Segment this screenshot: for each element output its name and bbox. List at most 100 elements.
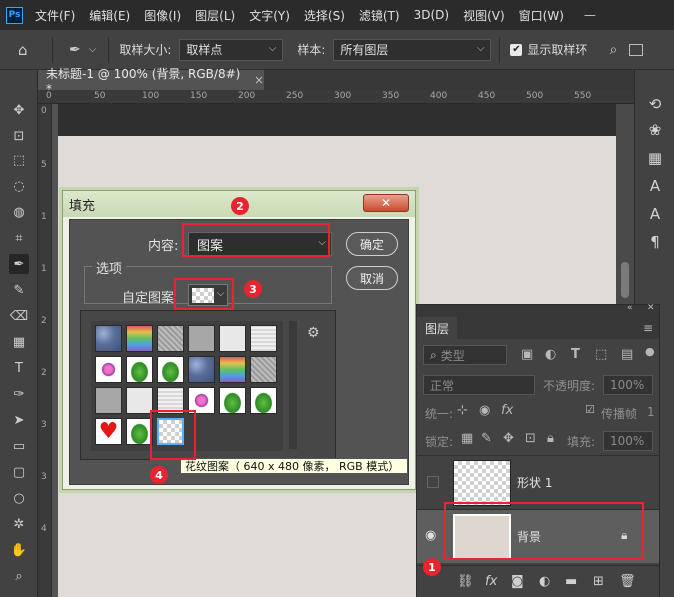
grid-icon[interactable]: ▦ <box>645 148 665 168</box>
menu-filter[interactable]: 滤镜(T) <box>359 7 400 24</box>
search-icon[interactable]: ⌕ <box>609 42 617 58</box>
layer-style-icon[interactable]: fx <box>485 574 497 589</box>
unify-visibility-icon[interactable]: ◉ <box>479 403 490 418</box>
history-icon[interactable]: ⟲ <box>645 94 665 114</box>
marquee-tool-icon[interactable]: ⬚ <box>9 150 29 170</box>
blend-mode-select[interactable]: 正常 <box>423 375 535 395</box>
close-icon[interactable]: ✕ <box>647 303 655 313</box>
pattern-swatch[interactable] <box>250 325 277 352</box>
ellipse-tool-icon[interactable]: ○ <box>9 488 29 508</box>
gradient-tool-icon[interactable]: ▦ <box>9 332 29 352</box>
glyphs-icon[interactable]: A <box>645 204 665 224</box>
filter-toggle-icon[interactable]: ● <box>645 345 655 358</box>
smart-object-filter-icon[interactable]: ▤ <box>621 347 633 362</box>
lock-all-icon[interactable]: 🔒︎ <box>547 431 554 446</box>
eraser-tool-icon[interactable]: ⌫ <box>9 306 29 326</box>
lasso-tool-icon[interactable]: ◌ <box>9 176 29 196</box>
scrollbar-thumb[interactable] <box>621 262 629 298</box>
brush-tool-icon[interactable]: ✎ <box>9 280 29 300</box>
new-group-icon[interactable]: ▬ <box>565 574 577 589</box>
workspace-icon[interactable] <box>629 43 644 56</box>
tab-layers[interactable]: 图层 <box>417 317 457 339</box>
lock-artboard-icon[interactable]: ⊡ <box>525 431 536 446</box>
menu-type[interactable]: 文字(Y) <box>249 7 290 24</box>
opacity-input[interactable]: 100% <box>603 375 653 395</box>
pattern-swatch[interactable] <box>219 387 246 414</box>
panel-menu-icon[interactable]: ≡ <box>643 321 653 335</box>
eye-icon[interactable]: ◉ <box>425 528 436 543</box>
menu-image[interactable]: 图像(I) <box>144 7 181 24</box>
pattern-swatch[interactable] <box>157 325 184 352</box>
unify-position-icon[interactable]: ⊹ <box>457 403 468 418</box>
eyedropper-tool-icon[interactable]: ✒ <box>9 254 29 274</box>
show-ring-checkbox[interactable]: ✔ <box>510 43 523 56</box>
gear-icon[interactable]: ⚙ <box>307 325 320 341</box>
adjustment-layer-icon[interactable]: ◐ <box>539 574 550 589</box>
lock-pixels-icon[interactable]: ✎ <box>481 431 492 446</box>
move-tool-icon[interactable]: ✥ <box>9 100 29 120</box>
menu-select[interactable]: 选择(S) <box>304 7 345 24</box>
fill-input[interactable]: 100% <box>603 431 653 451</box>
panel-grip[interactable]: « ✕ <box>417 303 659 317</box>
type-tool-icon[interactable]: T <box>9 358 29 378</box>
close-icon[interactable]: × <box>254 73 264 87</box>
pattern-swatch[interactable] <box>126 356 153 383</box>
quick-select-tool-icon[interactable]: ◍ <box>9 202 29 222</box>
pattern-swatch[interactable] <box>126 325 153 352</box>
hand-tool-icon[interactable]: ✋ <box>9 540 29 560</box>
link-layers-icon[interactable]: ⛓ <box>457 574 474 589</box>
menu-file[interactable]: 文件(F) <box>35 7 75 24</box>
document-tab[interactable]: 未标题-1 @ 100% (背景, RGB/8#) * × <box>38 67 264 96</box>
heart-pattern-swatch[interactable]: ♥ <box>95 418 122 445</box>
layer-row-shape[interactable]: ⬚ 形状 1 <box>417 455 659 509</box>
custom-shape-tool-icon[interactable]: ✲ <box>9 514 29 534</box>
rounded-rectangle-tool-icon[interactable]: ▢ <box>9 462 29 482</box>
image-filter-icon[interactable]: ▣ <box>521 347 533 362</box>
pattern-swatch[interactable] <box>157 356 184 383</box>
menu-layer[interactable]: 图层(L) <box>195 7 235 24</box>
menu-3d[interactable]: 3D(D) <box>414 8 449 22</box>
close-button[interactable]: ✕ <box>363 194 409 212</box>
pattern-swatch[interactable] <box>250 387 277 414</box>
cancel-button[interactable]: 取消 <box>346 266 398 290</box>
home-icon[interactable]: ⌂ <box>18 41 38 59</box>
unify-style-icon[interactable]: fx <box>501 403 513 418</box>
zoom-tool-icon[interactable]: ⌕ <box>9 566 29 586</box>
pattern-swatch[interactable] <box>126 418 153 445</box>
trash-icon[interactable]: 🗑︎ <box>619 574 636 589</box>
pattern-swatch[interactable] <box>126 387 153 414</box>
ok-button[interactable]: 确定 <box>346 232 398 256</box>
pattern-swatch[interactable] <box>188 325 215 352</box>
character-icon[interactable]: A <box>645 176 665 196</box>
tool-preset-chevron-icon[interactable]: ⌵ <box>89 44 97 55</box>
pattern-swatch[interactable] <box>95 387 122 414</box>
menu-edit[interactable]: 编辑(E) <box>89 7 130 24</box>
pen-tool-icon[interactable]: ✑ <box>9 384 29 404</box>
swatches-icon[interactable]: ❀ <box>645 120 665 140</box>
shape-filter-icon[interactable]: ⬚ <box>595 347 607 362</box>
new-layer-icon[interactable]: ⊞ <box>593 574 604 589</box>
artboard-tool-icon[interactable]: ⊡ <box>9 126 29 146</box>
collapse-icon[interactable]: « <box>627 303 633 313</box>
minimize-button[interactable]: — <box>584 8 596 22</box>
lock-position-icon[interactable]: ✥ <box>503 431 514 446</box>
sample-select[interactable]: 所有图层 ⌵ <box>333 38 492 61</box>
visibility-toggle[interactable] <box>427 476 439 488</box>
pattern-swatch[interactable] <box>188 356 215 383</box>
pattern-swatch[interactable] <box>219 356 246 383</box>
picker-scrollbar[interactable] <box>289 321 297 449</box>
eyedropper-tool-icon[interactable]: ✒ <box>69 42 81 58</box>
sample-size-select[interactable]: 取样点 ⌵ <box>179 38 284 61</box>
pattern-swatch[interactable] <box>250 356 277 383</box>
propagate-frame-checkbox[interactable]: ☑ <box>585 403 595 416</box>
add-mask-icon[interactable]: ◙ <box>511 574 524 589</box>
layer-filter-select[interactable]: ⌕ 类型 <box>423 345 507 365</box>
menu-view[interactable]: 视图(V) <box>463 7 505 24</box>
menu-window[interactable]: 窗口(W) <box>519 7 564 24</box>
pattern-swatch[interactable] <box>219 325 246 352</box>
crop-tool-icon[interactable]: ⌗ <box>9 228 29 248</box>
rectangle-tool-icon[interactable]: ▭ <box>9 436 29 456</box>
pattern-swatch[interactable] <box>95 325 122 352</box>
path-select-tool-icon[interactable]: ➤ <box>9 410 29 430</box>
adjustment-filter-icon[interactable]: ◐ <box>545 347 556 362</box>
